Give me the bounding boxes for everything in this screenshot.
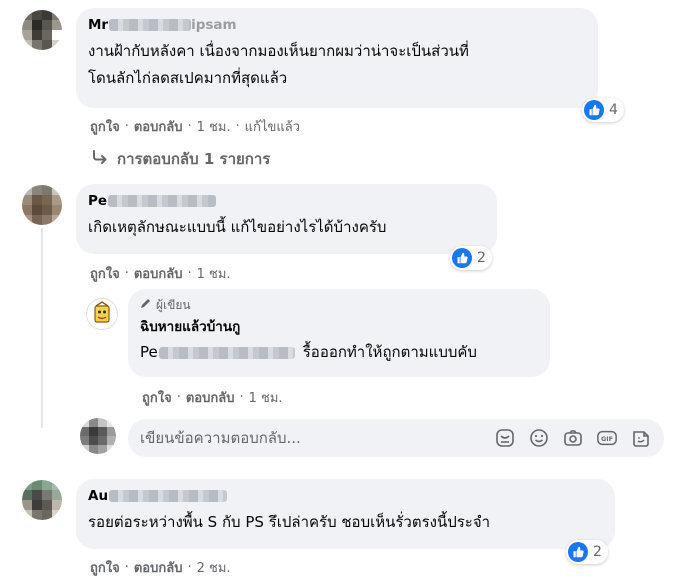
reaction-summary[interactable]: 2	[450, 246, 492, 270]
timestamp[interactable]: 1 ชม.	[197, 263, 231, 284]
page-logo-icon	[88, 300, 116, 328]
sticker-icon[interactable]	[494, 427, 516, 449]
reply-arrow-icon	[91, 149, 109, 169]
avatar[interactable]	[22, 185, 62, 225]
timestamp[interactable]: 1 ชม.	[197, 116, 231, 137]
separator-dot: ·	[124, 119, 129, 134]
gif-icon[interactable]: GIF	[596, 427, 618, 449]
reaction-count: 4	[609, 102, 618, 118]
reply-bubble: ผู้เขียน ฉิบหายแล้วบ้านกู Pe รื้อออกทำให…	[128, 289, 550, 377]
like-action[interactable]: ถูกใจ	[90, 116, 120, 137]
blurred-name	[109, 19, 192, 31]
like-action[interactable]: ถูกใจ	[90, 263, 120, 284]
reply-action[interactable]: ตอบกลับ	[134, 557, 183, 578]
tagged-name-visible[interactable]: Pe	[140, 341, 158, 364]
separator-dot: ·	[124, 266, 129, 281]
comment-author[interactable]: Au	[88, 487, 603, 505]
like-icon	[568, 542, 588, 562]
reaction-count: 2	[477, 250, 486, 266]
blurred-name	[109, 490, 228, 502]
like-icon	[584, 100, 604, 120]
comment-actions: ถูกใจ · ตอบกลับ · 2 ชม.	[90, 557, 231, 578]
avatar[interactable]	[22, 10, 62, 50]
author-page-avatar[interactable]	[86, 298, 118, 330]
comment-bubble: Au รอยต่อระหว่างพื้น S กับ PS รึเปล่าครั…	[76, 479, 615, 549]
comment-bubble: Mr ipsam งานฝ้ากับหลังคา เนื่องจากมองเห็…	[76, 8, 598, 108]
author-name-visible[interactable]: Mr	[88, 16, 108, 34]
reaction-summary[interactable]: 4	[582, 98, 624, 122]
reaction-count: 2	[593, 544, 602, 560]
author-badge-label: ผู้เขียน	[156, 298, 191, 312]
timestamp[interactable]: 1 ชม.	[249, 387, 283, 408]
separator-dot: ·	[187, 560, 192, 575]
reply-placeholder: เขียนข้อความตอบกลับ...	[140, 429, 301, 447]
separator-dot: ·	[176, 390, 181, 405]
avatar[interactable]	[22, 480, 62, 520]
comment-actions: ถูกใจ · ตอบกลับ · 1 ชม. · แก้ไขแล้ว	[90, 116, 300, 137]
author-name-tail[interactable]: ipsam	[191, 16, 237, 34]
comment-text: เกิดเหตุลักษณะแบบนี้ แก้ไขอย่างไรได้บ้าง…	[88, 218, 387, 236]
reply-action[interactable]: ตอบกลับ	[134, 263, 183, 284]
separator-dot: ·	[124, 560, 129, 575]
reply-actions: ถูกใจ · ตอบกลับ · 1 ชม.	[142, 387, 283, 408]
separator-dot: ·	[239, 390, 244, 405]
like-icon	[452, 248, 472, 268]
author-badge: ผู้เขียน	[140, 297, 538, 313]
separator-dot: ·	[187, 119, 192, 134]
author-name-visible[interactable]: Pe	[88, 192, 107, 210]
emoji-icon[interactable]	[528, 427, 550, 449]
comment-text: รอยต่อระหว่างพื้น S กับ PS รึเปล่าครับ ช…	[88, 513, 491, 531]
reply-action[interactable]: ตอบกลับ	[186, 387, 235, 408]
camera-icon[interactable]	[562, 427, 584, 449]
separator-dot: ·	[187, 266, 192, 281]
comment-author[interactable]: Mr ipsam	[88, 16, 586, 34]
like-action[interactable]: ถูกใจ	[142, 387, 172, 408]
svg-text:GIF: GIF	[601, 435, 613, 443]
like-action[interactable]: ถูกใจ	[90, 557, 120, 578]
comment-text-line: งานฝ้ากับหลังคา เนื่องจากมองเห็นยากผมว่า…	[88, 42, 469, 60]
edited-label[interactable]: แก้ไขแล้ว	[245, 116, 300, 137]
comment-author[interactable]: Pe	[88, 192, 485, 210]
reaction-summary[interactable]: 2	[566, 540, 608, 564]
reply-author[interactable]: ฉิบหายแล้วบ้านกู	[140, 318, 538, 336]
current-user-avatar	[80, 418, 116, 454]
comment-text-line: โดนลักไก่ลดสเปคมากที่สุดแล้ว	[88, 69, 288, 87]
reply-body: รื้อออกทำให้ถูกตามแบบคับ	[302, 343, 477, 361]
comment-actions: ถูกใจ · ตอบกลับ · 1 ชม.	[90, 263, 231, 284]
replies-count-label[interactable]: การตอบกลับ 1 รายการ	[117, 147, 270, 171]
blurred-name	[108, 195, 217, 207]
separator-dot: ·	[235, 119, 240, 134]
sticker-fold-icon[interactable]	[630, 427, 652, 449]
thread-line	[41, 228, 43, 428]
composer-tools: GIF	[494, 427, 652, 449]
view-replies-link[interactable]: การตอบกลับ 1 รายการ	[91, 147, 270, 171]
comment-bubble: Pe เกิดเหตุลักษณะแบบนี้ แก้ไขอย่างไรได้บ…	[76, 184, 497, 254]
pencil-icon	[140, 297, 152, 313]
reply-text: Pe รื้อออกทำให้ถูกตามแบบคับ	[140, 341, 538, 364]
blurred-tag	[158, 346, 295, 359]
reply-input[interactable]: เขียนข้อความตอบกลับ... GIF	[128, 419, 664, 457]
author-name-visible[interactable]: Au	[88, 487, 108, 505]
timestamp[interactable]: 2 ชม.	[197, 557, 231, 578]
reply-action[interactable]: ตอบกลับ	[134, 116, 183, 137]
